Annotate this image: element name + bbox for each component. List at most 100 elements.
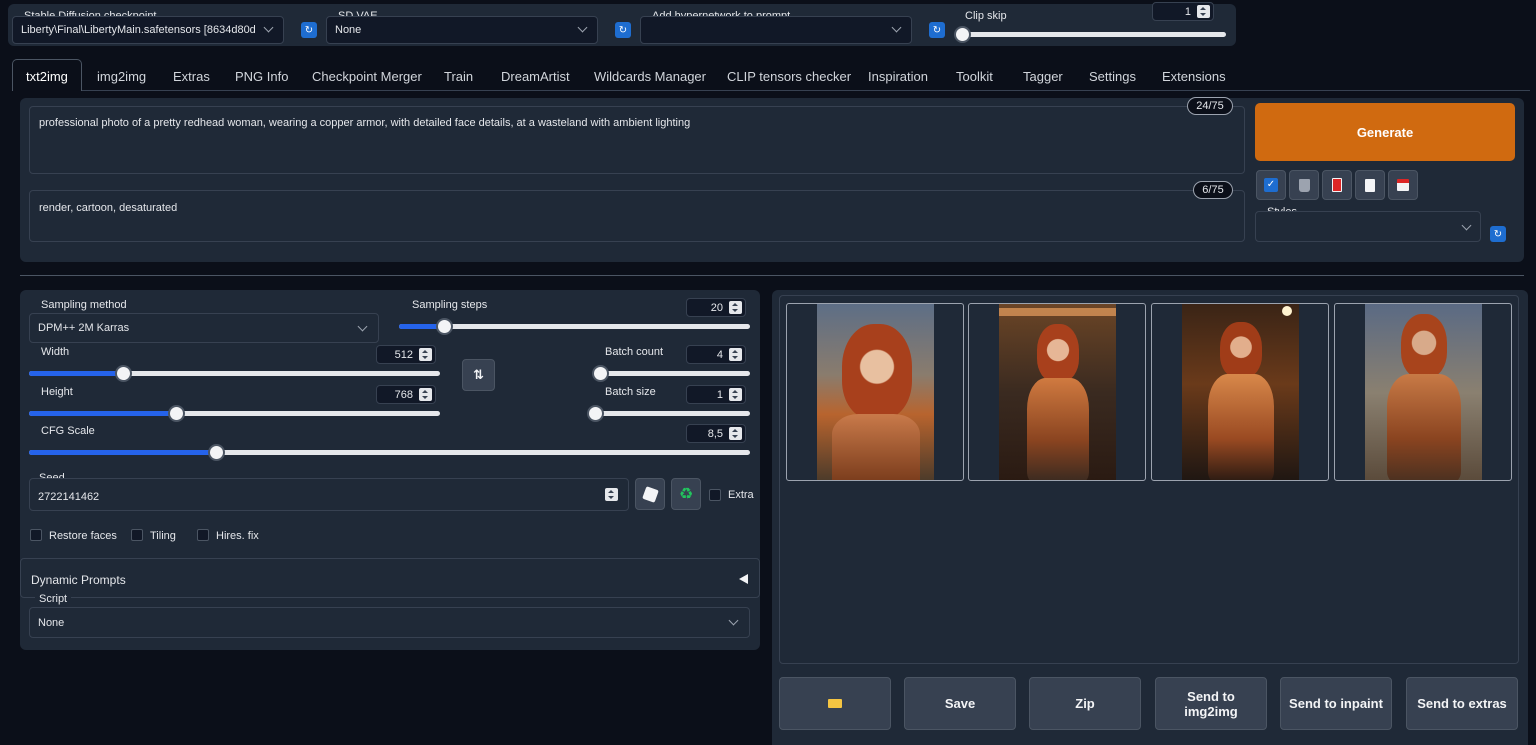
sampling-steps-input[interactable]: 20 [686,298,746,317]
batch-size-value: 1 [716,388,723,401]
reuse-seed-button[interactable]: ♻ [671,478,701,510]
refresh-checkpoint-icon[interactable]: ↻ [301,22,317,38]
tab-settings[interactable]: Settings [1089,62,1136,90]
batch-size-label: Batch size [605,386,656,398]
slider-thumb[interactable] [592,365,609,382]
seed-input[interactable]: 2722141462 [29,478,629,511]
zip-button[interactable]: Zip [1029,677,1141,730]
red-card-icon[interactable] [1322,170,1352,200]
save-disk-icon[interactable] [1388,170,1418,200]
checkpoint-field: Stable Diffusion checkpoint Liberty\Fina… [12,10,284,44]
random-seed-button[interactable] [635,478,665,510]
script-select[interactable]: None [29,607,750,638]
batch-count-slider[interactable] [592,365,750,382]
tab-train[interactable]: Train [444,62,473,90]
vae-value: None [335,24,362,36]
trash-icon[interactable] [1289,170,1319,200]
sampling-method-select[interactable]: DPM++ 2M Karras [29,313,379,343]
tab-clip-tensors-checker[interactable]: CLIP tensors checker [727,62,851,90]
sampling-steps-slider[interactable] [399,318,750,335]
tiling-checkbox[interactable] [131,529,143,541]
cfg-scale-input[interactable]: 8,5 [686,424,746,443]
restore-faces-label: Restore faces [49,530,117,542]
tab-wildcards-manager[interactable]: Wildcards Manager [594,62,706,90]
batch-size-input[interactable]: 1 [686,385,746,404]
check-icon[interactable]: ✓ [1256,170,1286,200]
batch-count-input[interactable]: 4 [686,345,746,364]
tab-dreamartist[interactable]: DreamArtist [501,62,570,90]
tab-inspiration[interactable]: Inspiration [868,62,928,90]
hypernetwork-select[interactable] [640,16,912,44]
refresh-vae-icon[interactable]: ↻ [615,22,631,38]
tab-toolkit[interactable]: Toolkit [956,62,993,90]
restore-faces-checkbox[interactable] [30,529,42,541]
spinner-icon[interactable] [1197,5,1210,18]
tab-checkpoint-merger[interactable]: Checkpoint Merger [312,62,422,90]
swap-dimensions-button[interactable]: ⇅ [462,359,495,391]
generate-button[interactable]: Generate [1255,103,1515,161]
extra-label: Extra [728,489,754,501]
spinner-icon[interactable] [419,348,432,361]
spinner-icon[interactable] [729,427,742,440]
gallery-image-2[interactable] [968,303,1146,481]
tab-img2img[interactable]: img2img [97,62,146,90]
positive-prompt-textarea[interactable]: professional photo of a pretty redhead w… [29,106,1245,174]
cfg-scale-slider[interactable] [29,444,750,461]
spinner-icon[interactable] [605,488,618,501]
batch-count-value: 4 [716,348,723,361]
tab-tagger[interactable]: Tagger [1023,62,1063,90]
gallery-image-1[interactable] [786,303,964,481]
send-to-extras-button[interactable]: Send to extras [1406,677,1518,730]
clip-skip-input[interactable]: 1 [1152,2,1214,21]
open-folder-button[interactable] [779,677,891,730]
vae-select[interactable]: None [326,16,598,44]
slider-thumb[interactable] [436,318,453,335]
sampling-steps-label: Sampling steps [412,299,488,311]
gallery-image-4[interactable] [1334,303,1512,481]
gallery-image-3[interactable] [1151,303,1329,481]
spinner-icon[interactable] [419,388,432,401]
hypernetwork-field: Add hypernetwork to prompt [640,10,912,44]
tab-underline [82,90,1530,91]
tab-extensions[interactable]: Extensions [1162,62,1226,90]
refresh-hypernetwork-icon[interactable]: ↻ [929,22,945,38]
checkpoint-select[interactable]: Liberty\Final\LibertyMain.safetensors [8… [12,16,284,44]
height-label: Height [41,386,73,398]
tab-png-info[interactable]: PNG Info [235,62,288,90]
dynamic-prompts-accordion[interactable]: Dynamic Prompts [20,558,760,598]
collapse-arrow-icon [739,574,748,584]
batch-size-slider[interactable] [587,405,750,422]
width-slider[interactable] [29,365,440,382]
slider-thumb[interactable] [168,405,185,422]
negative-prompt-text: render, cartoon, desaturated [39,202,178,214]
styles-select[interactable] [1255,211,1481,242]
tab-extras[interactable]: Extras [173,62,210,90]
spinner-icon[interactable] [729,301,742,314]
slider-thumb[interactable] [208,444,225,461]
extra-checkbox[interactable] [709,489,721,501]
spinner-icon[interactable] [729,348,742,361]
spinner-icon[interactable] [729,388,742,401]
width-input[interactable]: 512 [376,345,436,364]
styles-field: Styles [1255,204,1481,242]
hires-fix-checkbox[interactable] [197,529,209,541]
positive-prompt-text: professional photo of a pretty redhead w… [39,117,691,129]
slider-fill [29,371,123,376]
save-button[interactable]: Save [904,677,1016,730]
height-input[interactable]: 768 [376,385,436,404]
width-value: 512 [394,348,413,361]
refresh-styles-icon[interactable]: ↻ [1490,226,1506,242]
tab-txt2img[interactable]: txt2img [26,62,68,90]
send-to-img2img-button[interactable]: Send to img2img [1155,677,1267,730]
positive-token-counter: 24/75 [1187,97,1233,115]
slider-thumb[interactable] [954,26,971,43]
negative-prompt-textarea[interactable]: render, cartoon, desaturated [29,190,1245,242]
clipboard-icon[interactable] [1355,170,1385,200]
send-to-inpaint-button[interactable]: Send to inpaint [1280,677,1392,730]
tiling-label: Tiling [150,530,176,542]
width-label: Width [41,346,70,358]
slider-thumb[interactable] [587,405,604,422]
height-slider[interactable] [29,405,440,422]
slider-thumb[interactable] [115,365,132,382]
clip-skip-slider[interactable] [954,26,1226,43]
